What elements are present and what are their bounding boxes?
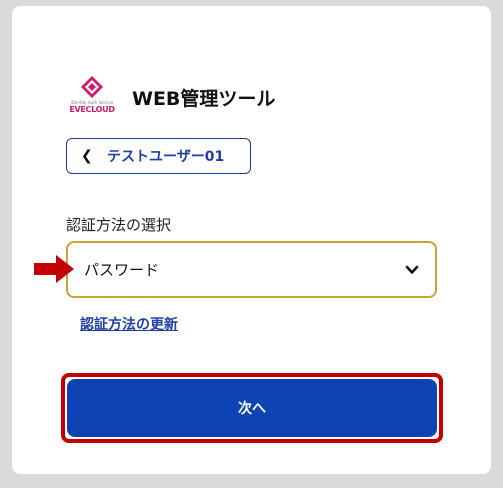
- auth-method-select[interactable]: パスワード: [66, 241, 437, 298]
- evecloud-emblem-icon: [81, 76, 103, 98]
- logo-brand: EVECLOUD: [69, 105, 115, 114]
- chevron-down-icon: [405, 265, 419, 274]
- back-user-label: テストユーザー01: [107, 149, 225, 165]
- app-title: WEB管理ツール: [132, 88, 276, 110]
- back-user-button[interactable]: ❮ テストユーザー01: [66, 138, 251, 174]
- chevron-left-icon: ❮: [81, 148, 93, 164]
- evecloud-logo: iDentity Auth Service EVECLOUD: [66, 76, 118, 116]
- update-auth-method-link[interactable]: 認証方法の更新: [80, 314, 178, 334]
- auth-method-value: パスワード: [84, 261, 160, 279]
- red-arrow-right-icon: [34, 255, 74, 283]
- auth-method-label: 認証方法の選択: [66, 216, 172, 234]
- next-button[interactable]: 次へ: [67, 379, 437, 437]
